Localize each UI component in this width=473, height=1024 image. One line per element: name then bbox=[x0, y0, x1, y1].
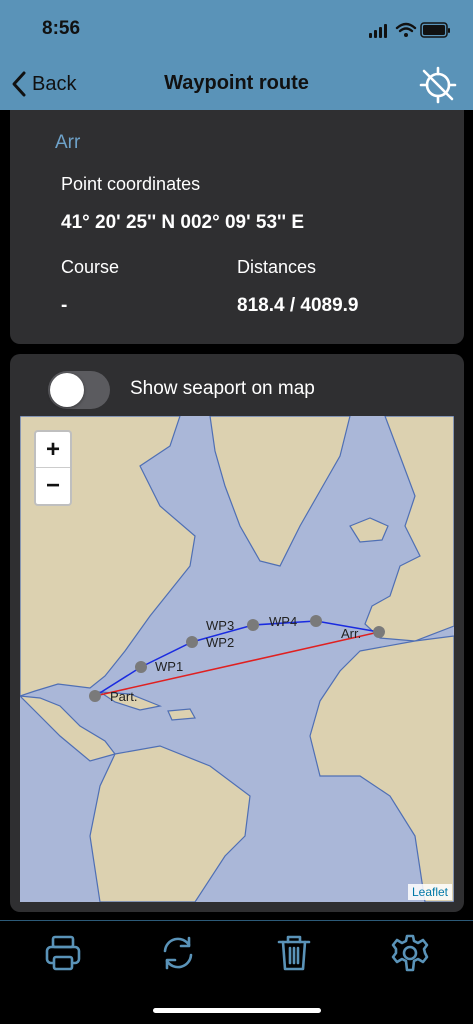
waypoint-label-arr: Arr. bbox=[341, 626, 362, 641]
status-icons bbox=[369, 22, 450, 38]
distances-value: 818.4 / 4089.9 bbox=[237, 295, 359, 316]
land-central-america bbox=[20, 695, 117, 762]
map-canvas bbox=[20, 416, 454, 902]
map-card: Show seaport on map + − Part. WP1 WP2 WP… bbox=[10, 354, 464, 912]
home-indicator bbox=[153, 1008, 321, 1013]
distances-label: Distances bbox=[237, 257, 317, 277]
waypoint-part[interactable] bbox=[89, 690, 101, 702]
route-map[interactable]: + − Part. WP1 WP2 WP3 WP4 Arr. Leaflet bbox=[20, 416, 454, 902]
refresh-icon[interactable] bbox=[158, 933, 198, 973]
coords-value: 41° 20' 25'' N 002° 09' 53'' E bbox=[61, 212, 305, 233]
nav-bar: 8:56 Back Waypoint route bbox=[0, 0, 473, 110]
land-iceland bbox=[349, 517, 389, 543]
zoom-out-button[interactable]: − bbox=[36, 468, 70, 504]
gear-icon[interactable] bbox=[390, 933, 430, 973]
waypoint-label-wp3: WP3 bbox=[206, 618, 235, 633]
zoom-control: + − bbox=[34, 430, 72, 506]
waypoint-label-wp4: WP4 bbox=[269, 614, 298, 629]
toggle-label: Show seaport on map bbox=[130, 378, 315, 399]
coords-label: Point coordinates bbox=[61, 174, 201, 194]
waypoint-wp2[interactable] bbox=[186, 636, 198, 648]
course-label: Course bbox=[61, 257, 120, 277]
trash-icon[interactable] bbox=[274, 933, 314, 973]
printer-icon[interactable] bbox=[43, 933, 83, 973]
waypoint-arr[interactable] bbox=[373, 626, 385, 638]
gps-off-icon[interactable] bbox=[419, 66, 457, 104]
point-info-card: Arr Point coordinates 41° 20' 25'' N 002… bbox=[10, 110, 464, 344]
land-africa bbox=[309, 635, 454, 902]
status-time: 8:56 bbox=[42, 18, 81, 39]
waypoint-label-wp1: WP1 bbox=[155, 659, 184, 674]
land-greenland bbox=[209, 416, 351, 567]
land-south-america bbox=[89, 745, 251, 902]
land-hispaniola bbox=[167, 708, 196, 721]
toggle-knob bbox=[50, 373, 84, 407]
waypoint-wp3[interactable] bbox=[247, 619, 259, 631]
waypoint-wp4[interactable] bbox=[310, 615, 322, 627]
waypoint-label-part: Part. bbox=[110, 689, 138, 704]
zoom-in-button[interactable]: + bbox=[36, 432, 70, 468]
wifi-icon bbox=[395, 22, 417, 33]
seaport-toggle[interactable] bbox=[48, 371, 110, 409]
waypoint-label-wp2: WP2 bbox=[206, 635, 235, 650]
page-title: Waypoint route bbox=[164, 72, 309, 94]
leaflet-attribution[interactable]: Leaflet bbox=[407, 884, 452, 900]
course-value: - bbox=[61, 295, 68, 316]
waypoint-wp1[interactable] bbox=[135, 661, 147, 673]
point-name: Arr bbox=[55, 132, 81, 153]
